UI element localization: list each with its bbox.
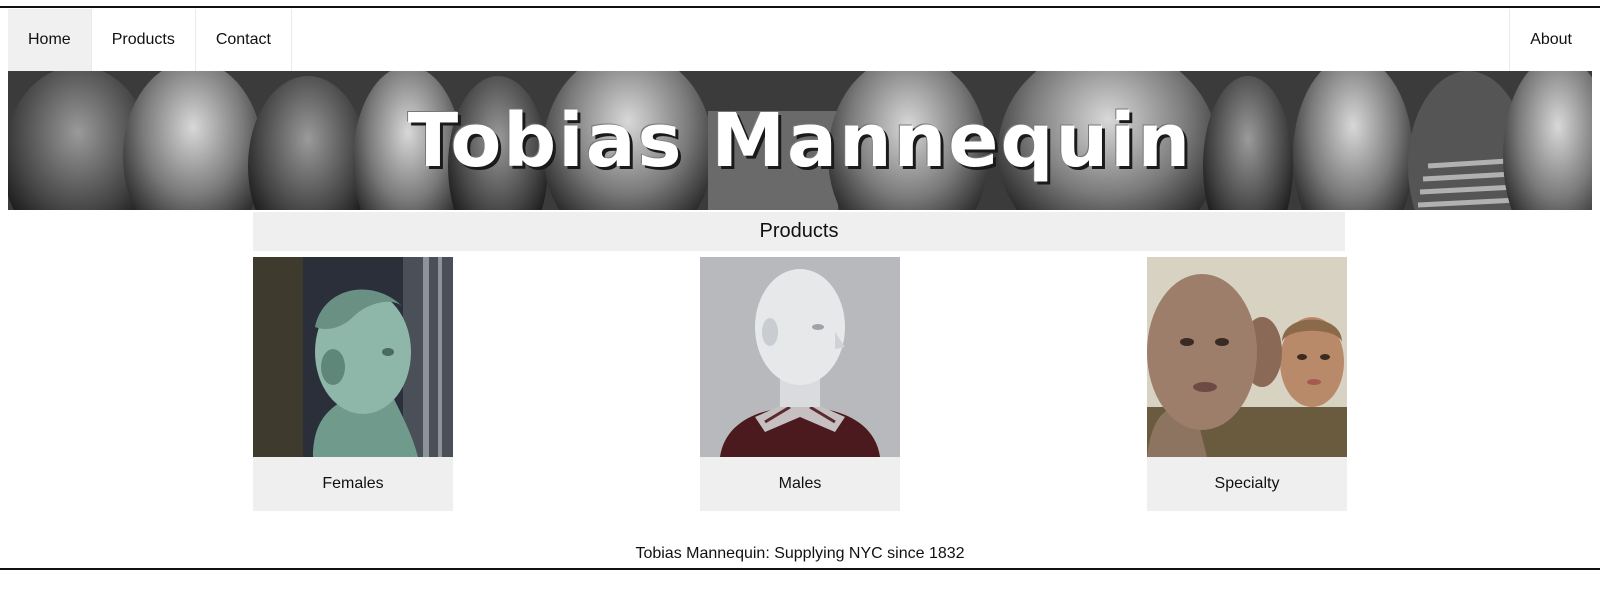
hero-banner: Tobias Mannequin — [8, 71, 1592, 210]
nav-home[interactable]: Home — [8, 9, 92, 71]
product-card-specialty[interactable]: Specialty — [1147, 257, 1347, 511]
females-mannequin-image — [253, 257, 453, 457]
nav-contact[interactable]: Contact — [196, 9, 292, 71]
specialty-mannequin-image — [1147, 257, 1347, 457]
products-heading: Products — [253, 212, 1345, 251]
top-rule — [0, 6, 1600, 8]
bottom-rule — [0, 568, 1600, 570]
card-label: Males — [778, 475, 822, 492]
product-card-females[interactable]: Females — [253, 257, 453, 511]
males-mannequin-image — [700, 257, 900, 457]
product-card-males[interactable]: Males — [700, 257, 900, 511]
page: Home Products Contact About Tobias Manne… — [0, 0, 1600, 593]
card-label: Females — [322, 475, 384, 492]
top-nav: Home Products Contact About — [8, 9, 1592, 71]
banner-title: Tobias Mannequin — [407, 97, 1193, 184]
nav-products[interactable]: Products — [92, 9, 196, 71]
footer-text: Tobias Mannequin: Supplying NYC since 18… — [635, 545, 965, 562]
card-label: Specialty — [1214, 475, 1280, 492]
nav-about[interactable]: About — [1509, 9, 1592, 71]
